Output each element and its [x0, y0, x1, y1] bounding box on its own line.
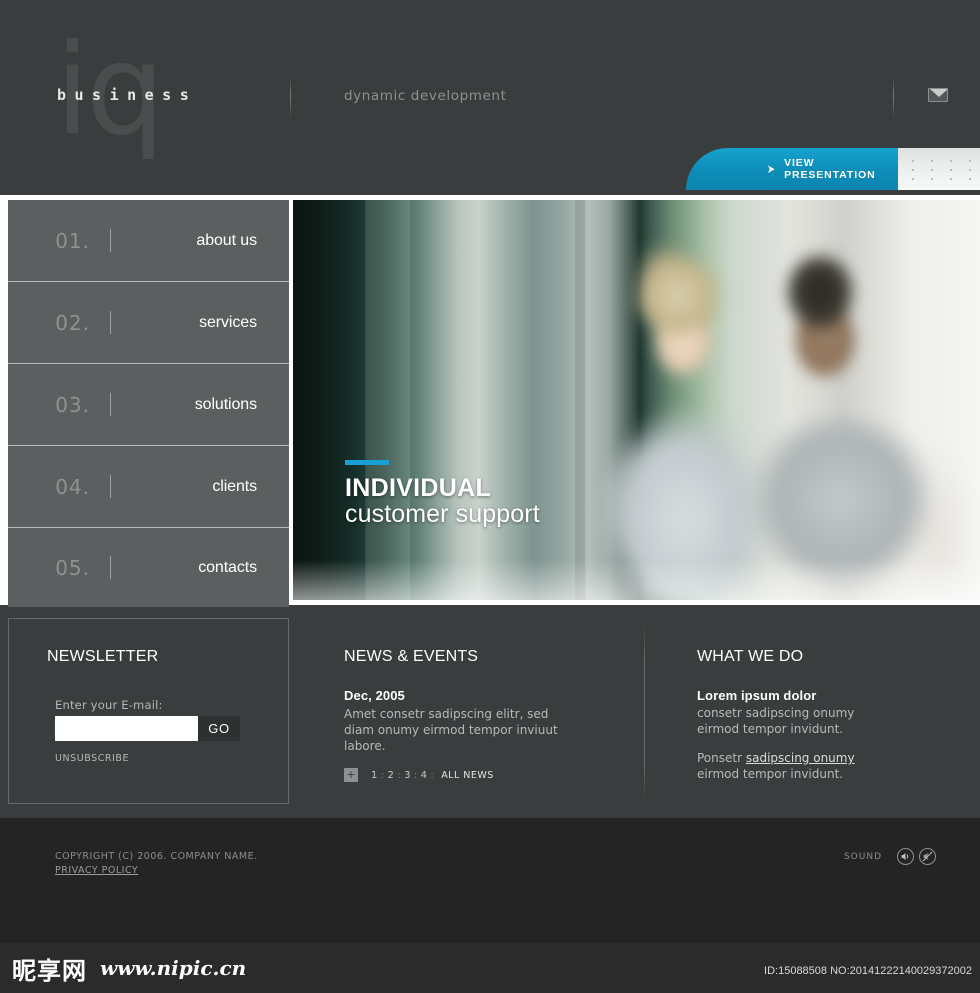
main-menu: 01. about us 02. services 03. solutions 04. cli…: [8, 200, 289, 607]
news-all-link[interactable]: ALL NEWS: [441, 770, 494, 781]
menu-item-number: 03.: [55, 392, 90, 417]
news-page-separator: :: [430, 769, 435, 781]
news-body: Amet consetr sadipscing elitr, sed diam …: [344, 707, 558, 753]
copyright-text: COPYRIGHT (C) 2006. COMPANY NAME.: [55, 851, 258, 862]
what-we-do-title: WHAT WE DO: [697, 648, 804, 665]
news-page-links: 1:2:3:4: ALL NEWS: [371, 770, 494, 781]
grid-dot: [931, 160, 933, 162]
site-header: iq business dynamic development ➤ VIEW P…: [0, 0, 980, 195]
watermark-logo-cn: 昵享网: [12, 957, 87, 985]
newsletter-unsubscribe-link[interactable]: UNSUBSCRIBE: [55, 753, 129, 764]
hero-headline-secondary: customer support: [345, 500, 540, 528]
newsletter-email-input[interactable]: [55, 716, 198, 741]
grid-dot: [912, 169, 914, 171]
view-presentation-button[interactable]: ➤ VIEW PRESENTATION: [686, 148, 898, 190]
grid-dot: [969, 169, 971, 171]
logo-wordmark: business: [57, 86, 198, 104]
grid-dot: [931, 178, 933, 180]
what-we-do-heading: Lorem ipsum dolor: [697, 688, 817, 703]
hero-photo: [293, 200, 980, 600]
hero-accent-bar: [345, 460, 389, 465]
column-divider-1: [644, 625, 645, 800]
newsletter-form: GO: [55, 716, 240, 741]
news-page-separator: :: [413, 769, 418, 781]
content-columns: NEWSLETTER Enter your E-mail: GO UNSUBSC…: [0, 605, 980, 818]
menu-item-solutions[interactable]: 03. solutions: [8, 364, 289, 446]
watermark-id: ID:15088508 NO:20141222140029372002: [764, 965, 972, 977]
hero-bottom-fade: [293, 560, 980, 600]
sound-controls: SOUND: [844, 848, 936, 865]
grid-dot: [912, 160, 914, 162]
menu-item-contacts[interactable]: 05. contacts: [8, 528, 289, 607]
grid-dot: [912, 178, 914, 180]
envelope-icon[interactable]: [928, 88, 948, 102]
view-presentation-label: VIEW PRESENTATION: [784, 157, 876, 181]
menu-item-label: solutions: [194, 395, 257, 413]
menu-item-label: clients: [212, 477, 257, 495]
news-expand-button[interactable]: +: [344, 768, 358, 782]
menu-item-label: about us: [196, 231, 257, 249]
hero-glass-overlay: [293, 200, 980, 600]
news-page-separator: :: [397, 769, 402, 781]
sound-label: SOUND: [843, 851, 882, 862]
play-arrow-icon: ➤: [767, 162, 776, 176]
wwd-p2-link[interactable]: sadipscing onumy: [746, 751, 855, 765]
speaker-on-icon[interactable]: [897, 848, 914, 865]
page-root: iq business dynamic development ➤ VIEW P…: [0, 0, 980, 993]
news-date: Dec, 2005: [344, 688, 405, 703]
speaker-muted-icon[interactable]: [919, 848, 936, 865]
menu-item-number: 02.: [55, 310, 90, 335]
menu-item-services[interactable]: 02. services: [8, 282, 289, 364]
news-page-separator: :: [380, 769, 385, 781]
grid-dot: [969, 160, 971, 162]
newsletter-title: NEWSLETTER: [47, 648, 159, 665]
news-pager: + 1:2:3:4: ALL NEWS: [344, 768, 494, 782]
grid-dot: [950, 169, 952, 171]
grid-dot: [950, 178, 952, 180]
hero-text-block: INDIVIDUAL customer support: [345, 460, 540, 528]
header-divider-left: [290, 75, 291, 119]
hero-headline-primary: INDIVIDUAL: [345, 474, 492, 502]
menu-item-label: services: [199, 313, 257, 331]
grid-dot: [950, 160, 952, 162]
menu-item-number: 01.: [55, 228, 90, 253]
what-we-do-paragraph-2: Ponsetr sadipscing onumy eirmod tempor i…: [697, 751, 897, 783]
grid-dot: [969, 178, 971, 180]
site-footer: COPYRIGHT (C) 2006. COMPANY NAME. PRIVAC…: [0, 818, 980, 943]
watermark-url: www.nipic.cn: [100, 956, 247, 980]
logo[interactable]: iq business: [55, 28, 355, 168]
header-tagline: dynamic development: [344, 88, 507, 104]
newsletter-field-label: Enter your E-mail:: [55, 698, 163, 712]
dot-grid: [912, 160, 976, 182]
news-page-1[interactable]: 1: [371, 770, 378, 781]
menu-item-number: 04.: [55, 474, 90, 499]
menu-item-label: contacts: [198, 558, 257, 576]
newsletter-go-button[interactable]: GO: [198, 716, 240, 741]
wwd-p2-pre: Ponsetr: [697, 751, 746, 765]
wwd-p2-post: eirmod tempor invidunt.: [697, 766, 844, 781]
news-title: NEWS & EVENTS: [344, 648, 479, 665]
news-page-4[interactable]: 4: [421, 770, 428, 781]
news-page-2[interactable]: 2: [388, 770, 395, 781]
menu-item-clients[interactable]: 04. clients: [8, 446, 289, 528]
watermark-bar: 昵享网 www.nipic.cn ID:15088508 NO:20141222…: [0, 943, 980, 993]
what-we-do-paragraph-1: consetr sadipscing onumy eirmod tempor i…: [697, 706, 855, 736]
header-divider-right: [893, 75, 894, 119]
menu-item-about-us[interactable]: 01. about us: [8, 200, 289, 282]
grid-dot: [931, 169, 933, 171]
menu-item-number: 05.: [55, 555, 90, 580]
news-page-3[interactable]: 3: [404, 770, 411, 781]
privacy-policy-link[interactable]: PRIVACY POLICY: [55, 865, 138, 876]
dot-grid-panel: [898, 148, 980, 190]
